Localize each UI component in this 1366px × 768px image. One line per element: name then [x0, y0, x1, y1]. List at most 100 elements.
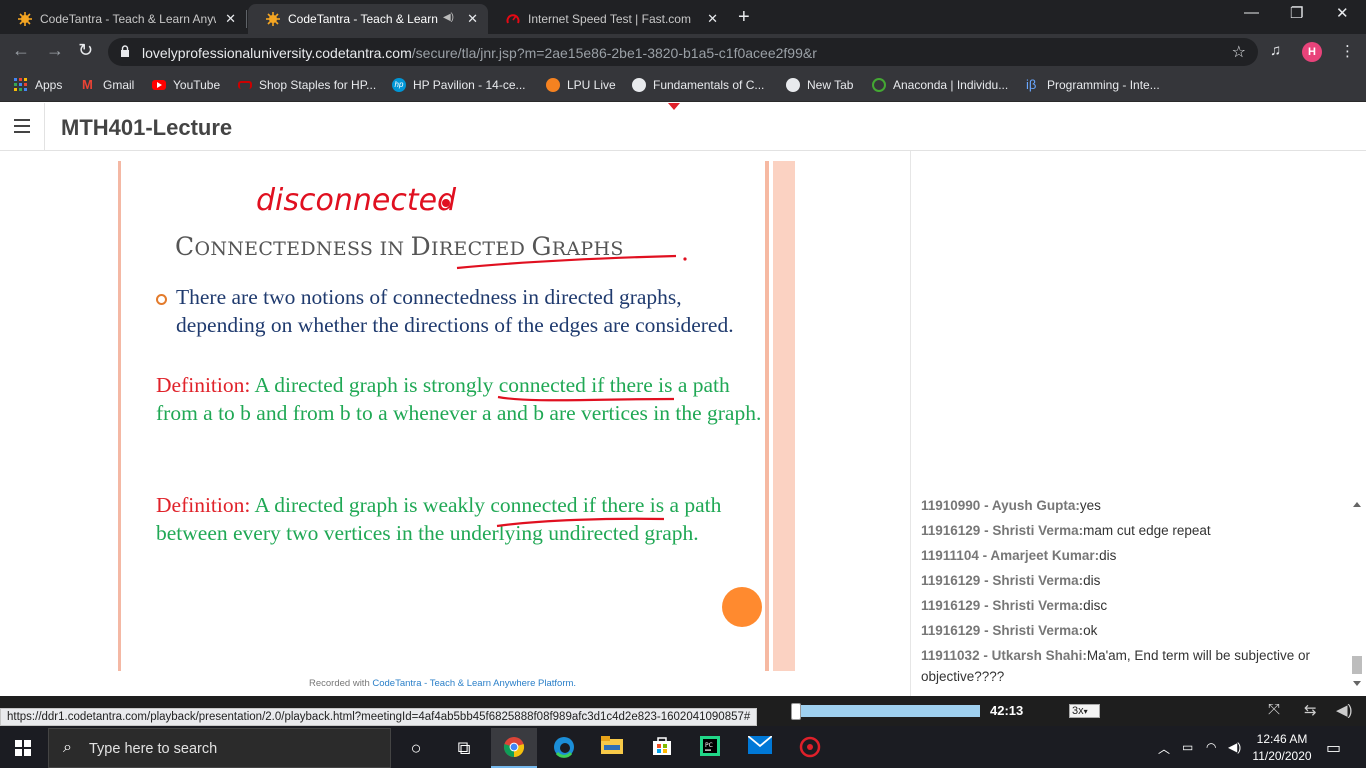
codetantra-favicon-icon — [18, 12, 32, 26]
mail-icon[interactable] — [747, 735, 773, 760]
pointer-marker — [722, 587, 762, 627]
hamburger-menu-icon[interactable] — [14, 119, 30, 133]
scroll-down-icon[interactable] — [1353, 681, 1361, 686]
hp-logo-icon: hp — [392, 78, 406, 92]
profile-avatar[interactable]: H — [1302, 42, 1322, 62]
back-arrow-icon[interactable]: ← — [12, 40, 30, 61]
scroll-thumb[interactable] — [1352, 656, 1362, 674]
bookmarks-bar: Apps M Gmail YouTube Shop Staples for HP… — [0, 70, 1366, 102]
tab-codetantra-1[interactable]: CodeTantra - Teach & Learn Anyw ✕ — [0, 4, 246, 34]
definition-strong: Definition: A directed graph is strongly… — [156, 372, 766, 427]
bookmark-new-tab[interactable]: New Tab — [786, 78, 853, 92]
task-view-icon[interactable]: ⧉ — [452, 736, 476, 760]
header-divider — [44, 103, 45, 151]
windows-start-icon[interactable] — [15, 740, 31, 756]
tab-fast-com[interactable]: Internet Speed Test | Fast.com ✕ — [488, 4, 728, 34]
bookmark-label: YouTube — [173, 78, 221, 92]
clock-date: 11/20/2020 — [1252, 749, 1312, 763]
audio-playing-icon[interactable]: ◀) — [443, 12, 454, 23]
codetantra-link[interactable]: CodeTantra - Teach & Learn Anywhere Plat… — [372, 678, 576, 689]
slide-heading: CONNECTEDNESS IN DIRECTED GRAPHS — [175, 232, 624, 261]
close-tab-icon[interactable]: ✕ — [225, 11, 236, 27]
chat-message: 11916129 - Shristi Verma:disc — [921, 598, 1108, 613]
store-icon[interactable] — [650, 736, 674, 760]
bookmark-staples[interactable]: Shop Staples for HP... — [238, 78, 376, 92]
bookmark-label: Shop Staples for HP... — [259, 78, 377, 92]
fullscreen-icon[interactable]: ⤧ — [1268, 701, 1280, 718]
page-title: MTH401-Lecture — [61, 115, 233, 140]
new-tab-icon[interactable]: + — [738, 6, 750, 29]
definition-label: Definition: — [156, 493, 251, 517]
bookmark-gmail[interactable]: M Gmail — [82, 78, 134, 93]
bookmark-lpu-live[interactable]: LPU Live — [546, 78, 616, 92]
staples-icon — [238, 81, 252, 89]
close-tab-icon[interactable]: ✕ — [707, 11, 718, 27]
bookmark-label: Apps — [35, 78, 63, 92]
speed-select[interactable]: 3x▾ — [1069, 704, 1100, 718]
heading-part: ONNECTEDNESS IN — [194, 238, 411, 260]
bookmark-youtube[interactable]: YouTube — [152, 78, 220, 92]
slide-border-stripe — [773, 161, 795, 671]
media-control-icon[interactable]: ♫ — [1270, 42, 1281, 59]
tab-codetantra-2[interactable]: CodeTantra - Teach & Learn ◀) ✕ — [248, 4, 488, 34]
taskbar-clock[interactable]: 12:46 AM 11/20/2020 — [1247, 731, 1317, 765]
bookmark-star-icon[interactable]: ☆ — [1232, 42, 1246, 62]
volume-icon[interactable]: ◀) — [1336, 701, 1353, 719]
chat-scrollbar[interactable] — [1350, 498, 1364, 690]
lpu-live-icon — [546, 78, 560, 92]
browser-toolbar: ← → ↻ lovelyprofessionaluniversity.codet… — [0, 34, 1366, 70]
close-tab-icon[interactable]: ✕ — [467, 11, 478, 27]
file-explorer-icon[interactable] — [600, 736, 624, 760]
scroll-up-icon[interactable] — [1353, 502, 1361, 507]
apps-grid-icon — [14, 78, 28, 92]
bullet-circle-icon — [156, 294, 167, 305]
slides-toggle-icon[interactable] — [14, 700, 34, 713]
speaker-icon[interactable]: ◀) — [1228, 740, 1241, 754]
heading-part: IRECTED — [431, 238, 532, 260]
heading-part: D — [410, 232, 432, 261]
app-red-icon[interactable] — [798, 736, 822, 760]
swap-layout-icon[interactable]: ⇆ — [1304, 701, 1317, 719]
menu-dots-icon[interactable]: ⋮ — [1340, 42, 1355, 60]
definition-label: Definition: — [156, 373, 251, 397]
battery-icon[interactable]: ▭ — [1182, 740, 1193, 754]
status-url-tooltip: https://ddr1.codetantra.com/playback/pre… — [0, 708, 758, 726]
pycharm-icon[interactable]: PC — [698, 736, 722, 760]
playback-time: 42:13 — [990, 703, 1024, 718]
app-header: MTH401-Lecture — [0, 103, 1366, 151]
tray-chevron-up-icon[interactable]: ︿ — [1158, 740, 1170, 757]
search-placeholder: Type here to search — [89, 741, 218, 757]
bookmark-fundamentals[interactable]: Fundamentals of C... — [632, 78, 764, 92]
chat-message: 11911032 - Utkarsh Shahi:Ma'am, End term… — [921, 648, 1311, 684]
notification-icon[interactable]: ▭ — [1326, 738, 1341, 758]
edge-icon[interactable] — [552, 736, 576, 760]
ib-logo-icon: iβ — [1026, 77, 1037, 92]
dropdown-caret-icon[interactable] — [668, 103, 680, 110]
restore-icon[interactable]: ❐ — [1290, 4, 1303, 22]
address-bar[interactable]: lovelyprofessionaluniversity.codetantra.… — [108, 38, 1258, 66]
minimize-icon[interactable]: — — [1244, 4, 1259, 21]
bookmark-programming[interactable]: iβ Programming - Inte... — [1026, 77, 1160, 93]
bookmark-label: LPU Live — [567, 78, 616, 92]
cortana-icon[interactable]: ○ — [404, 736, 428, 760]
svg-text:PC: PC — [705, 742, 713, 749]
reload-icon[interactable]: ↻ — [78, 40, 93, 61]
bookmark-hp-pavilion[interactable]: hp HP Pavilion - 14-ce... — [392, 78, 526, 92]
seek-thumb[interactable] — [791, 703, 801, 720]
wifi-icon[interactable]: ◠ — [1206, 740, 1216, 754]
clock-time: 12:46 AM — [1256, 732, 1308, 746]
codetantra-favicon-icon — [266, 12, 280, 26]
chrome-icon[interactable] — [502, 736, 526, 760]
fast-com-favicon-icon — [506, 12, 520, 26]
window-close-icon[interactable]: ✕ — [1336, 4, 1349, 22]
seek-bar[interactable] — [795, 705, 980, 717]
search-icon: ⌕ — [63, 739, 72, 756]
forward-arrow-icon[interactable]: → — [46, 40, 64, 61]
definition-weak: Definition: A directed graph is weakly c… — [156, 492, 766, 547]
heading-part: G — [531, 232, 552, 261]
youtube-icon — [152, 80, 166, 90]
globe-icon — [632, 78, 646, 92]
bookmark-anaconda[interactable]: Anaconda | Individu... — [872, 78, 1008, 92]
bookmark-apps[interactable]: Apps — [14, 78, 62, 92]
taskbar-search-input[interactable]: ⌕ Type here to search — [48, 728, 391, 768]
